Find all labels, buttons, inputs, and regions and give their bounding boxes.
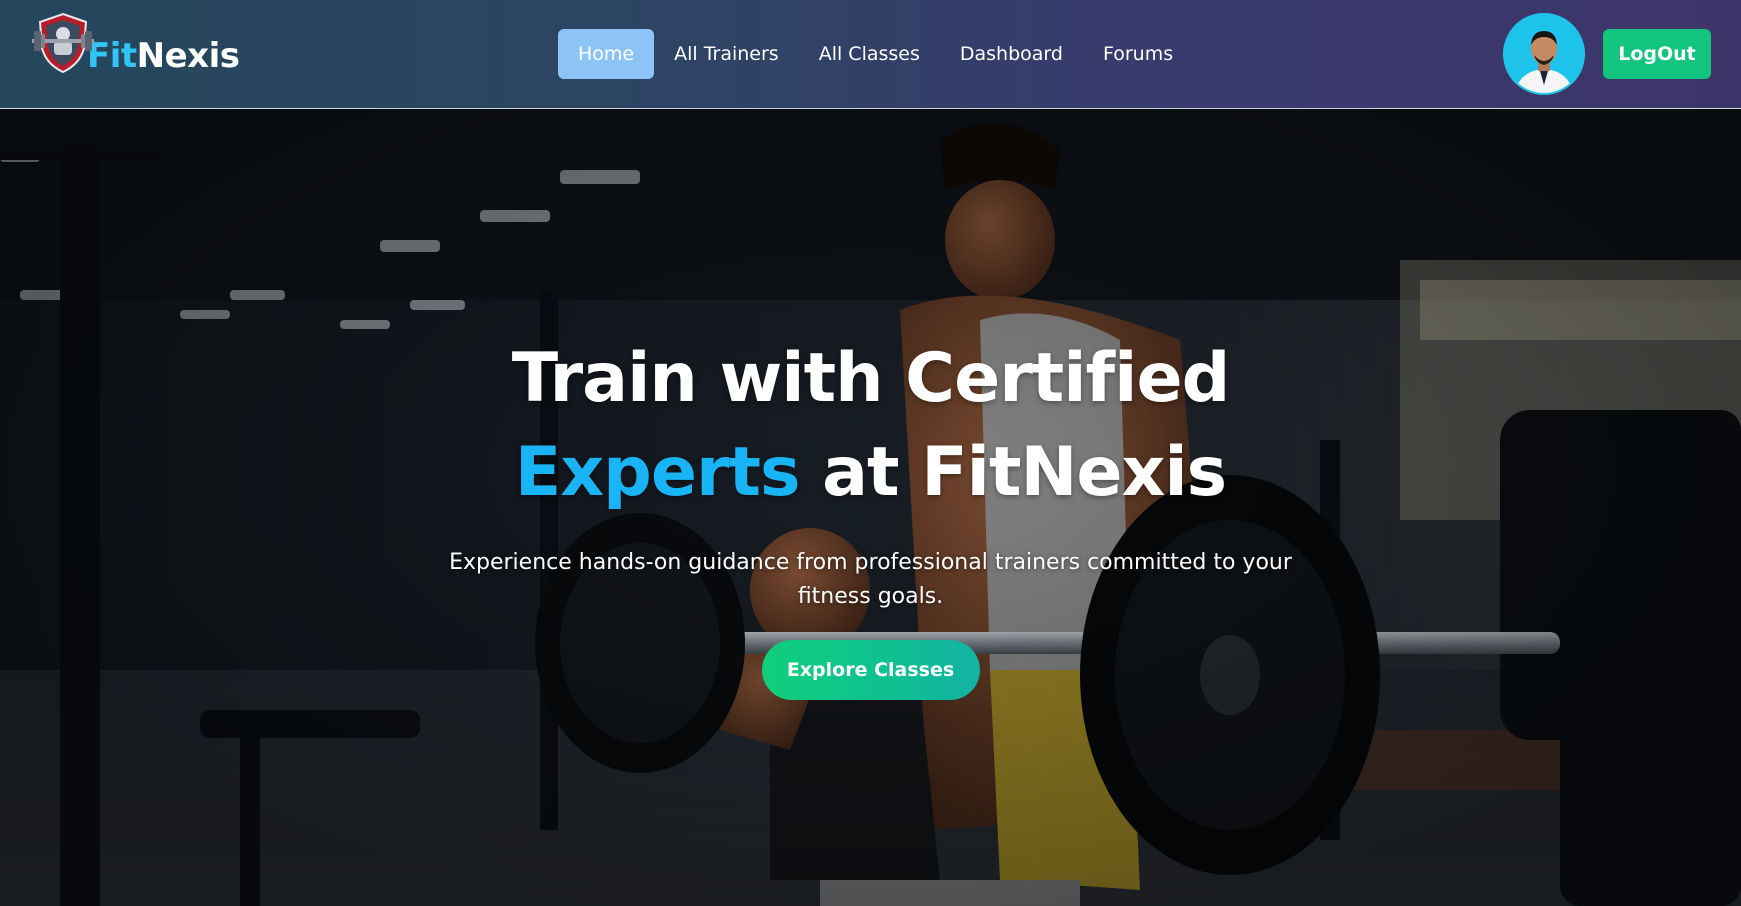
brand[interactable]: FitNexis xyxy=(30,10,240,76)
nav-all-trainers[interactable]: All Trainers xyxy=(654,29,799,79)
hero-title-line2: at FitNexis xyxy=(799,433,1227,512)
navbar: FitNexis Home All Trainers All Classes D… xyxy=(0,0,1741,109)
nav-home[interactable]: Home xyxy=(558,29,655,79)
brand-name: FitNexis xyxy=(87,36,240,76)
nav-forums[interactable]: Forums xyxy=(1083,29,1193,79)
nav-all-classes[interactable]: All Classes xyxy=(799,29,940,79)
hero-content: Train with Certified Experts at FitNexis… xyxy=(0,332,1741,700)
explore-classes-button[interactable]: Explore Classes xyxy=(761,640,980,700)
dumbbell-shield-logo-icon xyxy=(30,10,96,76)
hero-title-line1: Train with Certified xyxy=(511,339,1231,418)
user-avatar-icon[interactable] xyxy=(1503,13,1585,95)
main-nav: Home All Trainers All Classes Dashboard … xyxy=(558,29,1193,79)
brand-name-nexis: Nexis xyxy=(136,36,240,76)
nav-dashboard[interactable]: Dashboard xyxy=(940,29,1083,79)
hero-subtitle: Experience hands-on guidance from profes… xyxy=(449,550,1292,609)
logout-button[interactable]: LogOut xyxy=(1603,29,1711,79)
hero-title-accent: Experts xyxy=(514,433,801,512)
hero-title: Train with Certified Experts at FitNexis xyxy=(0,332,1741,520)
hero-section: Train with Certified Experts at FitNexis… xyxy=(0,110,1741,906)
